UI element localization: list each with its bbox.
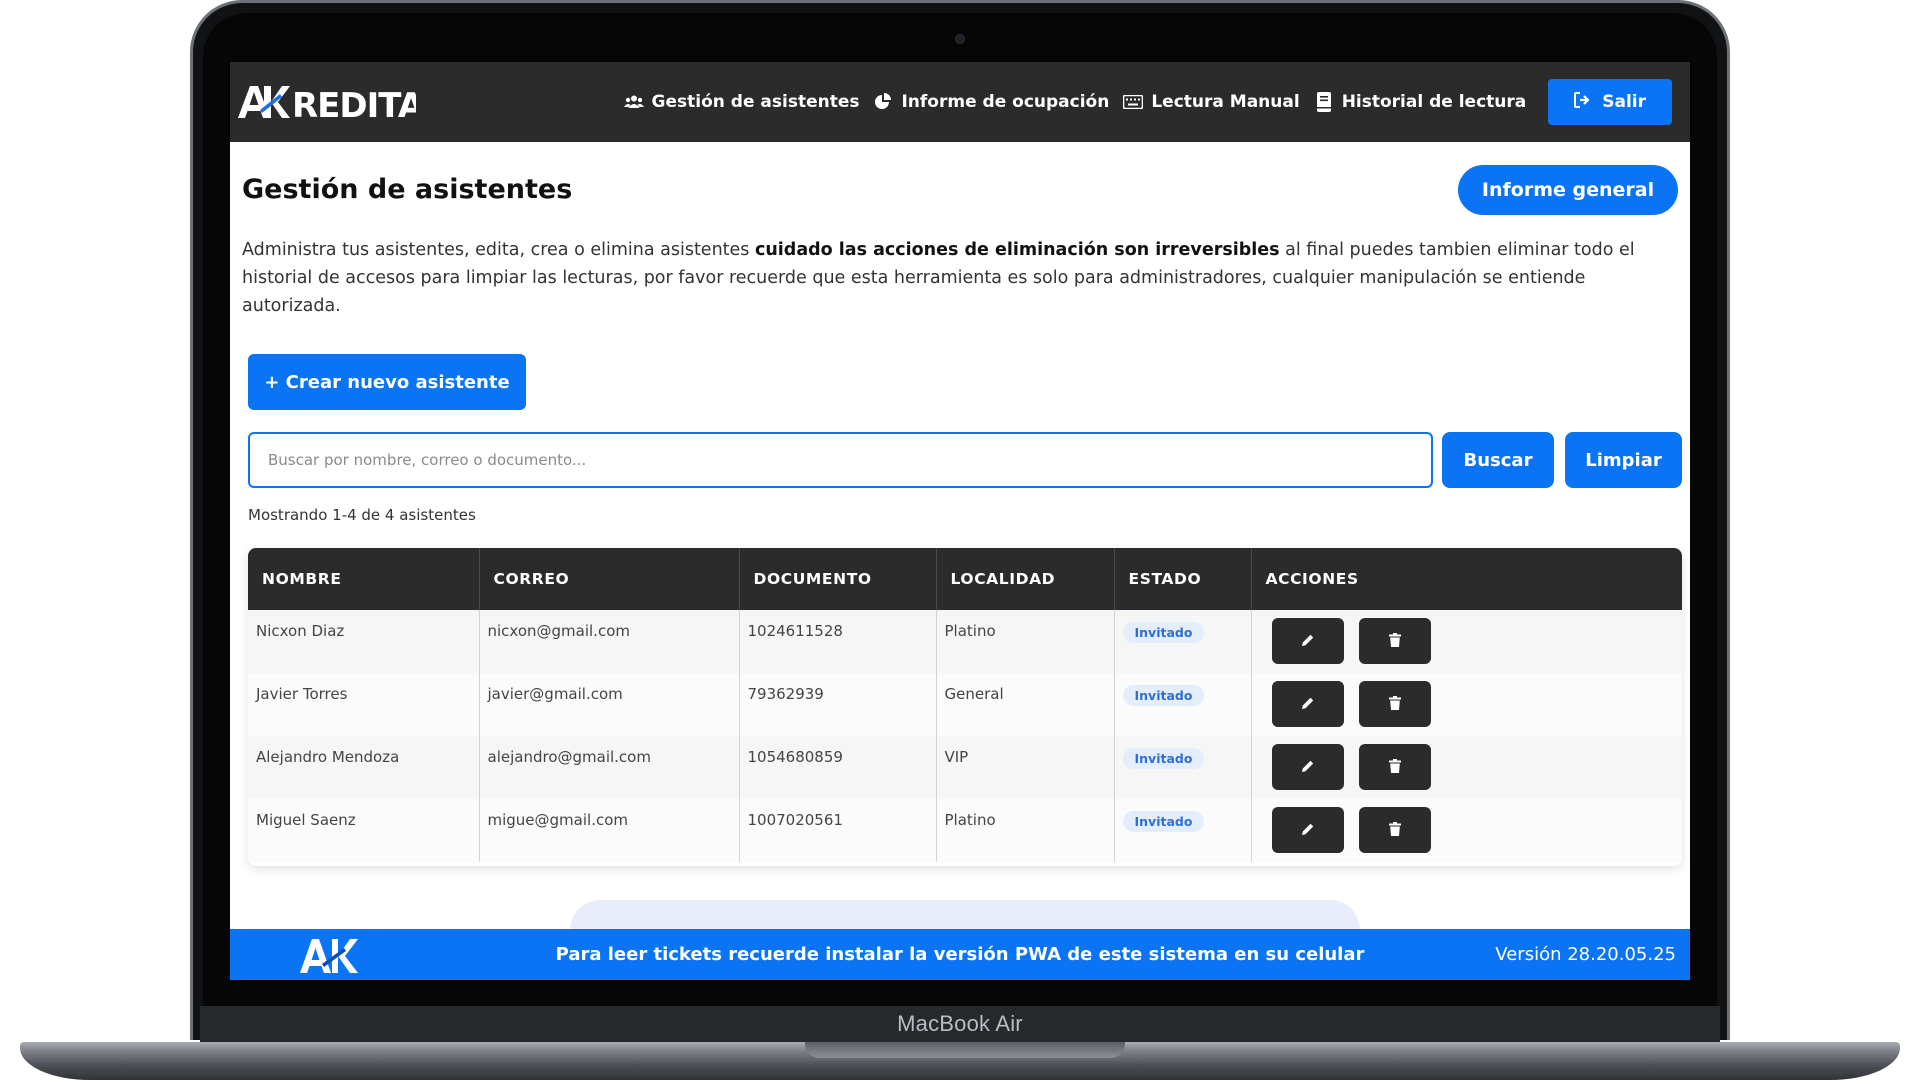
nav-item-label: Informe de ocupación <box>901 92 1110 112</box>
cell-nombre: Alejandro Mendoza <box>248 736 480 799</box>
page-title: Gestión de asistentes <box>242 174 573 205</box>
cell-acciones <box>1251 610 1682 673</box>
chart-pie-icon <box>873 92 893 112</box>
trash-icon <box>1389 632 1402 650</box>
column-header-localidad[interactable]: LOCALIDAD <box>936 548 1115 610</box>
description-text: Administra tus asistentes, edita, crea o… <box>242 240 755 260</box>
cell-estado: Invitado <box>1114 673 1252 736</box>
nav-menu: Gestión de asistentes Informe de ocupaci… <box>623 79 1672 125</box>
nav-item-lectura-manual[interactable]: Lectura Manual <box>1123 92 1300 112</box>
trash-icon <box>1389 758 1402 776</box>
cell-documento: 79362939 <box>739 673 937 736</box>
table-row[interactable]: Nicxon Diaz nicxon@gmail.com 1024611528 … <box>248 610 1682 673</box>
cell-correo: nicxon@gmail.com <box>479 610 740 673</box>
search-input[interactable] <box>248 432 1433 488</box>
table-header-row: NOMBRE CORREO DOCUMENTO LOCALIDAD ESTADO… <box>248 548 1682 610</box>
cell-documento: 1054680859 <box>739 736 937 799</box>
cell-nombre: Nicxon Diaz <box>248 610 480 673</box>
delete-button[interactable] <box>1359 744 1432 790</box>
laptop-chin: MacBook Air <box>200 1006 1720 1042</box>
column-header-acciones: ACCIONES <box>1265 570 1359 588</box>
brand-logo[interactable]: REDITAR <box>236 77 416 127</box>
edit-button[interactable] <box>1271 681 1344 727</box>
nav-item-historial-lectura[interactable]: Historial de lectura <box>1314 92 1527 112</box>
column-header-correo[interactable]: CORREO <box>479 548 740 610</box>
cell-nombre: Miguel Saenz <box>248 799 480 862</box>
pencil-icon <box>1301 696 1315 713</box>
users-icon <box>623 92 644 112</box>
app-version: Versión 28.20.05.25 <box>1495 944 1676 965</box>
book-icon <box>1314 92 1334 112</box>
logout-label: Salir <box>1602 92 1646 112</box>
svg-text:REDITAR: REDITAR <box>292 86 416 124</box>
delete-button[interactable] <box>1359 681 1432 727</box>
delete-button[interactable] <box>1359 618 1432 664</box>
cell-localidad: Platino <box>936 610 1115 673</box>
cell-acciones <box>1251 673 1682 736</box>
nav-item-gestion-asistentes[interactable]: Gestión de asistentes <box>623 92 860 112</box>
cell-localidad: VIP <box>936 736 1115 799</box>
laptop-notch <box>805 1042 1125 1058</box>
nav-item-label: Gestión de asistentes <box>651 92 860 112</box>
edit-button[interactable] <box>1271 807 1344 853</box>
column-header-documento[interactable]: DOCUMENTO <box>739 548 937 610</box>
navbar: REDITAR Gestión de asistentes Informe de… <box>230 62 1690 142</box>
cell-localidad: General <box>936 673 1115 736</box>
pencil-icon <box>1301 759 1315 776</box>
cell-acciones <box>1251 799 1682 862</box>
cell-correo: migue@gmail.com <box>479 799 740 862</box>
device-label: MacBook Air <box>897 1011 1023 1036</box>
page-description: Administra tus asistentes, edita, crea o… <box>242 236 1667 320</box>
results-count: Mostrando 1-4 de 4 asistentes <box>248 506 476 524</box>
nav-item-label: Lectura Manual <box>1151 92 1300 112</box>
cell-estado: Invitado <box>1114 799 1252 862</box>
cell-documento: 1007020561 <box>739 799 937 862</box>
cell-localidad: Platino <box>936 799 1115 862</box>
table-row[interactable]: Miguel Saenz migue@gmail.com 1007020561 … <box>248 799 1682 862</box>
cell-estado: Invitado <box>1114 610 1252 673</box>
delete-button[interactable] <box>1359 807 1432 853</box>
logout-button[interactable]: Salir <box>1548 79 1672 125</box>
macbook-frame: REDITAR Gestión de asistentes Informe de… <box>0 0 1920 1080</box>
cell-correo: javier@gmail.com <box>479 673 740 736</box>
akreditar-logo-icon: REDITAR <box>238 86 416 124</box>
footer-bar: Para leer tickets recuerde instalar la v… <box>230 929 1690 980</box>
pencil-icon <box>1301 633 1315 650</box>
status-badge: Invitado <box>1122 622 1205 643</box>
table-row[interactable]: Alejandro Mendoza alejandro@gmail.com 10… <box>248 736 1682 799</box>
status-badge: Invitado <box>1122 685 1205 706</box>
status-badge: Invitado <box>1122 748 1205 769</box>
cell-documento: 1024611528 <box>739 610 937 673</box>
create-attendee-button[interactable]: + Crear nuevo asistente <box>248 354 526 410</box>
edit-button[interactable] <box>1271 618 1344 664</box>
clear-button[interactable]: Limpiar <box>1565 432 1682 488</box>
search-button[interactable]: Buscar <box>1442 432 1554 488</box>
nav-item-informe-ocupacion[interactable]: Informe de ocupación <box>873 92 1109 112</box>
keyboard-icon <box>1123 92 1144 112</box>
app-screen: REDITAR Gestión de asistentes Informe de… <box>230 62 1690 980</box>
cell-estado: Invitado <box>1114 736 1252 799</box>
nav-item-label: Historial de lectura <box>1341 92 1527 112</box>
table-row[interactable]: Javier Torres javier@gmail.com 79362939 … <box>248 673 1682 736</box>
cell-acciones <box>1251 736 1682 799</box>
description-warning: cuidado las acciones de eliminación son … <box>754 240 1280 260</box>
pencil-icon <box>1301 822 1315 839</box>
edit-button[interactable] <box>1271 744 1344 790</box>
column-header-estado[interactable]: ESTADO <box>1114 548 1252 610</box>
trash-icon <box>1389 695 1402 713</box>
trash-icon <box>1389 821 1402 839</box>
footer-message: Para leer tickets recuerde instalar la v… <box>555 944 1365 965</box>
informe-general-button[interactable]: Informe general <box>1458 165 1678 215</box>
status-badge: Invitado <box>1122 811 1205 832</box>
attendees-table: NOMBRE CORREO DOCUMENTO LOCALIDAD ESTADO… <box>248 548 1682 866</box>
camera-icon <box>955 34 965 44</box>
cell-correo: alejandro@gmail.com <box>479 736 740 799</box>
sign-out-icon <box>1574 91 1592 113</box>
cell-nombre: Javier Torres <box>248 673 480 736</box>
column-header-nombre[interactable]: NOMBRE <box>248 548 480 610</box>
